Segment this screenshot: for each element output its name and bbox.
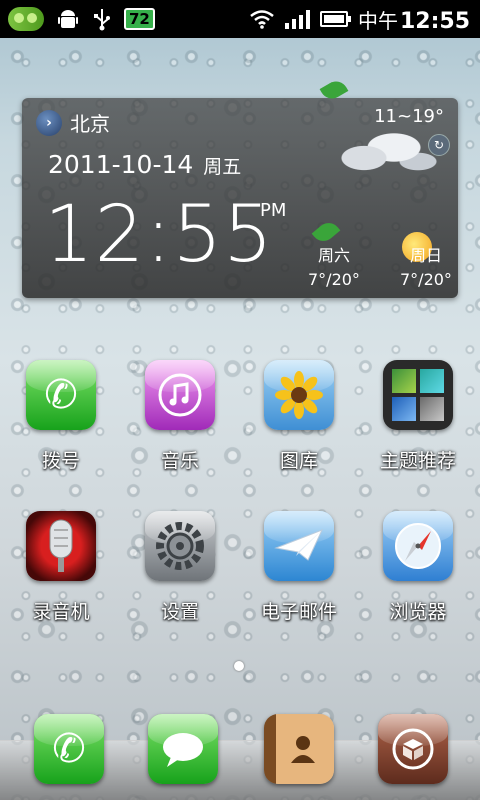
app-email[interactable]: 电子邮件 bbox=[251, 511, 347, 624]
temperature-range: 11~19° bbox=[374, 106, 444, 127]
weather-clock-widget[interactable]: › 北京 11~19° ↻ 2011-10-14 周五 12:55 PM 周六 7… bbox=[22, 77, 458, 298]
forecast-temp: 7°/20° bbox=[308, 270, 360, 289]
app-recorder[interactable]: 录音机 bbox=[13, 511, 109, 624]
forecast-day-label: 周六 bbox=[317, 246, 350, 265]
android-debug-icon bbox=[58, 10, 78, 28]
status-bar: 72 中午12:55 bbox=[0, 0, 480, 38]
refresh-icon[interactable]: ↻ bbox=[428, 134, 450, 156]
leaf-decoration-icon bbox=[311, 218, 341, 246]
chevron-right-icon: › bbox=[36, 109, 62, 136]
app-label: 电子邮件 bbox=[260, 601, 337, 623]
app-browser[interactable]: 浏览器 bbox=[370, 511, 466, 624]
app-settings[interactable]: 设置 bbox=[132, 511, 228, 624]
phone-icon: ✆ bbox=[26, 360, 96, 430]
app-label: 图库 bbox=[279, 450, 318, 472]
forecast-day-1: 周六 7°/20° bbox=[308, 244, 360, 292]
battery-icon bbox=[319, 11, 351, 27]
app-theme-store[interactable]: 主题推荐 bbox=[370, 360, 466, 473]
music-icon bbox=[145, 360, 215, 430]
browser-icon bbox=[383, 511, 453, 581]
app-label: 录音机 bbox=[32, 601, 90, 623]
dock-contacts-icon[interactable] bbox=[264, 714, 334, 784]
recorder-icon bbox=[26, 511, 96, 581]
battery-level-icon: 72 bbox=[124, 8, 155, 30]
theme-icon bbox=[383, 360, 453, 430]
app-label: 音乐 bbox=[160, 450, 199, 472]
forecast-temp: 7°/20° bbox=[400, 270, 452, 289]
app-music[interactable]: 音乐 bbox=[132, 360, 228, 473]
forecast-day-2: 周日 7°/20° bbox=[400, 244, 452, 292]
wifi-icon bbox=[250, 10, 274, 29]
clock-ampm: PM bbox=[260, 200, 287, 221]
app-dialer[interactable]: ✆ 拨号 bbox=[13, 360, 109, 473]
usb-icon bbox=[94, 9, 110, 31]
date-display: 2011-10-14 周五 bbox=[48, 150, 242, 179]
status-time: 中午12:55 bbox=[357, 8, 470, 34]
forecast-day-label: 周日 bbox=[409, 246, 442, 265]
clock-time: 12:55 bbox=[44, 190, 274, 280]
signal-icon bbox=[284, 9, 310, 29]
mail-icon bbox=[264, 511, 334, 581]
peas-app-icon bbox=[8, 7, 44, 31]
app-label: 设置 bbox=[160, 601, 199, 623]
city-selector[interactable]: › 北京 bbox=[36, 108, 110, 137]
settings-icon bbox=[145, 511, 215, 581]
gallery-icon bbox=[264, 360, 334, 430]
app-label: 浏览器 bbox=[389, 601, 447, 623]
dock-phone-icon[interactable]: ✆ bbox=[34, 714, 104, 784]
page-indicator[interactable] bbox=[234, 661, 244, 671]
dock-app-store-icon[interactable] bbox=[378, 714, 448, 784]
dock-messages-icon[interactable] bbox=[148, 714, 218, 784]
app-gallery[interactable]: 图库 bbox=[251, 360, 347, 473]
app-label: 主题推荐 bbox=[379, 450, 456, 472]
city-name: 北京 bbox=[70, 112, 110, 136]
app-label: 拨号 bbox=[41, 450, 80, 472]
